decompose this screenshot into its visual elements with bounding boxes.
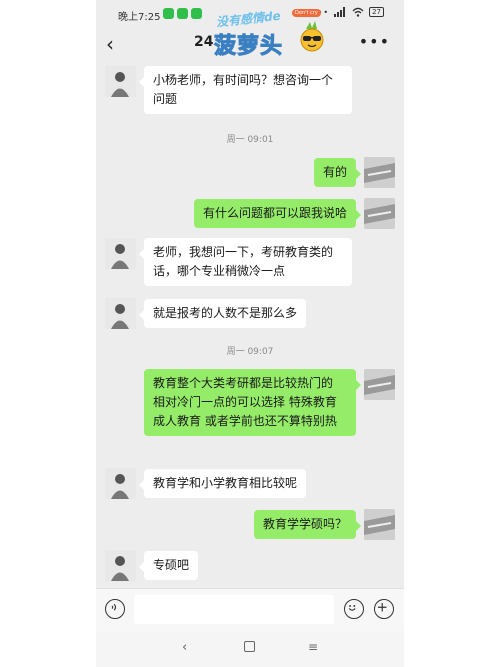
system-navigation-bar: ‹ ≡ — [96, 631, 404, 667]
watermark-main-text: 菠萝头 — [213, 34, 284, 60]
message-bubble-sent[interactable]: 教育整个大类考研都是比较热门的 相对冷门一点的可以选择 特殊教育 成人教育 或者… — [144, 369, 361, 436]
watermark-badge: Don't cry — [292, 9, 321, 17]
message-timestamp: 周一 09:07 — [226, 347, 274, 357]
message-list: 小杨老师，有时间吗？想咨询一个问题 周一 09:01 有的 有什么问题都可以跟我… — [96, 60, 404, 588]
watermark-logo: 没有感情de 菠萝头 Don't cry — [208, 8, 332, 64]
wechat-notification-icon — [163, 8, 174, 19]
emoji-button[interactable] — [344, 599, 364, 619]
contact-avatar[interactable] — [105, 468, 136, 499]
wechat-notification-icon — [191, 8, 202, 19]
message-bubble-sent[interactable]: 教育学学硕吗？ — [253, 510, 362, 539]
contact-avatar[interactable] — [105, 298, 136, 329]
input-bar — [96, 588, 404, 632]
wifi-icon — [352, 7, 364, 17]
emoji-icon — [348, 605, 356, 611]
contact-avatar[interactable] — [105, 66, 136, 97]
wechat-notification-icon — [177, 8, 188, 19]
nav-home-button[interactable] — [244, 641, 255, 652]
message-bubble-received[interactable]: 教育学和小学教育相比较呢 — [138, 469, 307, 498]
status-time: 晚上7:25 — [118, 12, 161, 23]
my-avatar[interactable] — [364, 157, 395, 188]
message-bubble-received[interactable]: 老师，我想问一下，考研教育类的话，哪个专业稍微冷一点 — [139, 238, 352, 286]
message-input[interactable] — [134, 595, 334, 624]
nav-back-button[interactable]: ‹ — [182, 640, 187, 655]
voice-icon — [111, 603, 117, 611]
back-button[interactable]: ‹ — [106, 32, 114, 56]
signal-icon — [334, 7, 347, 17]
message-bubble-received[interactable]: 就是报考的人数不是那么多 — [138, 299, 307, 328]
more-functions-button[interactable] — [374, 599, 394, 619]
contact-avatar[interactable] — [105, 550, 136, 581]
my-avatar[interactable] — [364, 198, 395, 229]
contact-avatar[interactable] — [105, 238, 136, 269]
message-timestamp: 周一 09:01 — [226, 135, 274, 145]
phone-screen: 晚上7:25 ••• 27 ‹ 24 ••• 没有感情de 菠萝头 Don't … — [96, 0, 404, 667]
message-bubble-received[interactable]: 小杨老师，有时间吗？想咨询一个问题 — [139, 66, 352, 114]
plus-icon — [377, 602, 387, 612]
pineapple-face-icon — [300, 21, 324, 52]
my-avatar[interactable] — [364, 509, 395, 540]
voice-button[interactable] — [105, 599, 125, 619]
message-bubble-sent[interactable]: 有什么问题都可以跟我说哈 — [193, 199, 362, 228]
nav-menu-button[interactable]: ≡ — [308, 640, 318, 654]
my-avatar[interactable] — [364, 369, 395, 400]
watermark-top-text: 没有感情de — [215, 8, 282, 30]
battery-icon: 27 — [369, 7, 384, 17]
message-bubble-sent[interactable]: 有的 — [313, 158, 362, 187]
message-bubble-received[interactable]: 专硕吧 — [138, 551, 199, 580]
more-options-button[interactable]: ••• — [359, 32, 390, 51]
